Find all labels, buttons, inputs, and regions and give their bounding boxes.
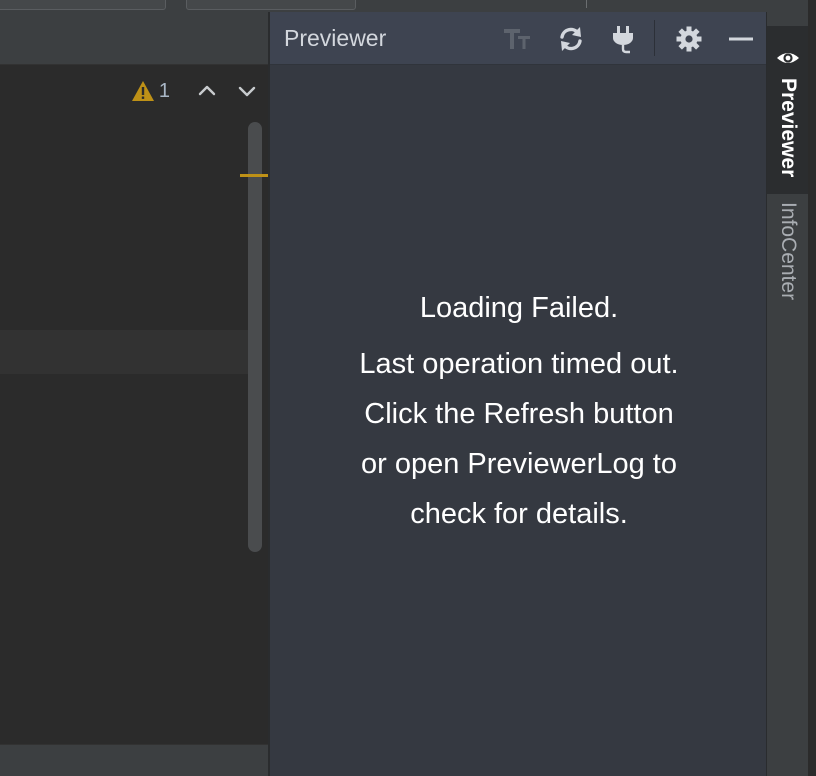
warning-stripe-marker[interactable] — [240, 174, 268, 177]
toolbar-button[interactable] — [186, 0, 356, 10]
tool-tab-infocenter[interactable]: InfoCenter — [767, 194, 809, 324]
previewer-panel: Previewer Loading Failed. Last operation… — [268, 12, 768, 776]
chevron-up-icon[interactable] — [196, 80, 218, 102]
error-line: check for details. — [410, 498, 628, 530]
inspection-widget[interactable]: 1 — [131, 78, 258, 104]
error-line: or open PreviewerLog to — [361, 448, 677, 480]
window-edge — [808, 0, 816, 776]
eye-icon — [777, 53, 799, 63]
previewer-title: Previewer — [284, 25, 387, 51]
previewer-error-message: Loading Failed. Last operation timed out… — [270, 292, 768, 539]
editor-bottom-bar — [0, 744, 268, 776]
refresh-icon[interactable] — [556, 24, 586, 54]
tool-window-strip: Previewer InfoCenter — [766, 12, 809, 776]
error-line: Click the Refresh button — [364, 398, 674, 430]
current-line-highlight — [0, 330, 248, 374]
scrollbar-thumb[interactable] — [248, 122, 262, 552]
tool-tab-label: Previewer — [777, 78, 800, 178]
header-divider — [654, 20, 655, 56]
warning-count[interactable]: 1 — [159, 80, 170, 103]
toolbar-button[interactable] — [0, 0, 166, 10]
tool-tab-previewer[interactable]: Previewer — [767, 26, 809, 194]
error-heading: Loading Failed. — [419, 292, 619, 324]
tool-tab-label: InfoCenter — [777, 202, 800, 301]
chevron-down-icon[interactable] — [236, 80, 258, 102]
editor-tab-bar — [0, 12, 268, 65]
plug-icon[interactable] — [608, 24, 638, 54]
gear-icon[interactable] — [674, 24, 704, 54]
error-line: Last operation timed out. — [359, 348, 679, 380]
font-size-icon[interactable] — [502, 24, 532, 54]
warning-icon[interactable] — [131, 80, 155, 102]
previewer-header: Previewer — [270, 12, 768, 65]
minimize-icon[interactable] — [726, 24, 756, 54]
code-editor[interactable]: 1 — [0, 12, 268, 776]
toolbar-divider — [586, 0, 587, 8]
ide-window: 1 Previewer Loading Failed. Last operati… — [0, 0, 816, 776]
